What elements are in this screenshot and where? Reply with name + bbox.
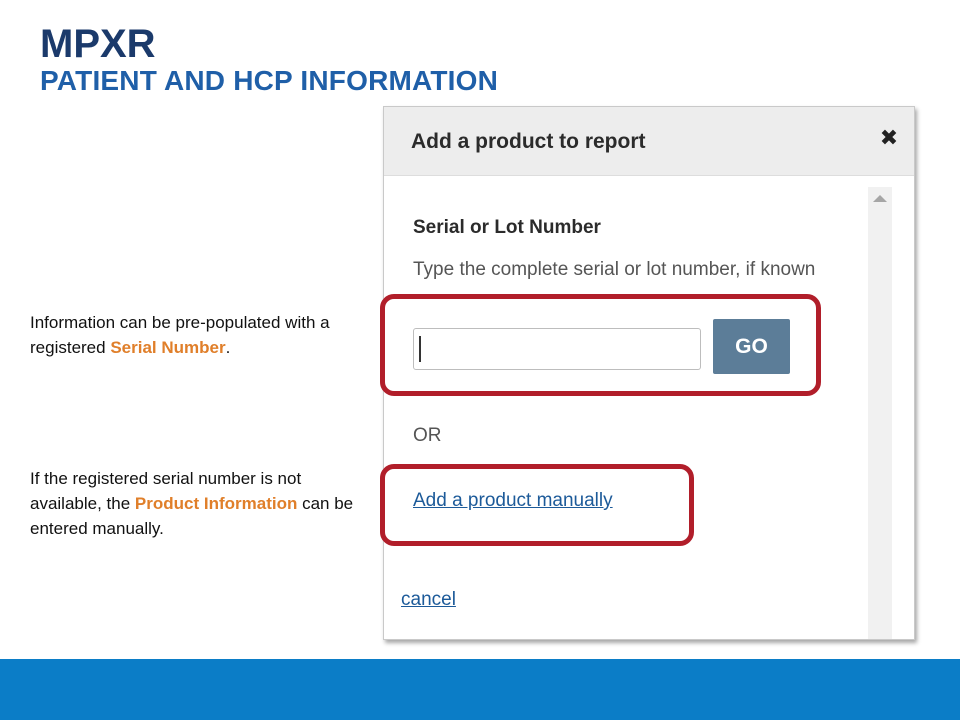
close-icon[interactable]: ✖ [878,127,900,151]
serial-note-highlight: Serial Number [110,338,226,357]
dialog-header: Add a product to report ✖ [384,107,914,176]
manual-callout-box [380,464,694,546]
dialog-scrollbar[interactable] [868,187,892,639]
scroll-up-arrow-icon[interactable] [873,195,887,202]
serial-note-end: . [225,338,231,357]
serial-lot-label: Serial or Lot Number [413,217,601,238]
footer-bar [0,659,960,720]
dialog-title: Add a product to report [411,130,646,153]
slide-subtitle: PATIENT AND HCP INFORMATION [40,65,499,96]
manual-entry-note: If the registered serial number is not a… [30,466,360,541]
slide-title: MPXR [40,22,156,66]
or-separator: OR [413,425,442,446]
manual-note-highlight: Product Information [134,494,298,513]
serial-number-note: Information can be pre-populated with a … [30,310,360,360]
serial-callout-box [380,294,821,396]
cancel-link[interactable]: cancel [401,589,456,611]
